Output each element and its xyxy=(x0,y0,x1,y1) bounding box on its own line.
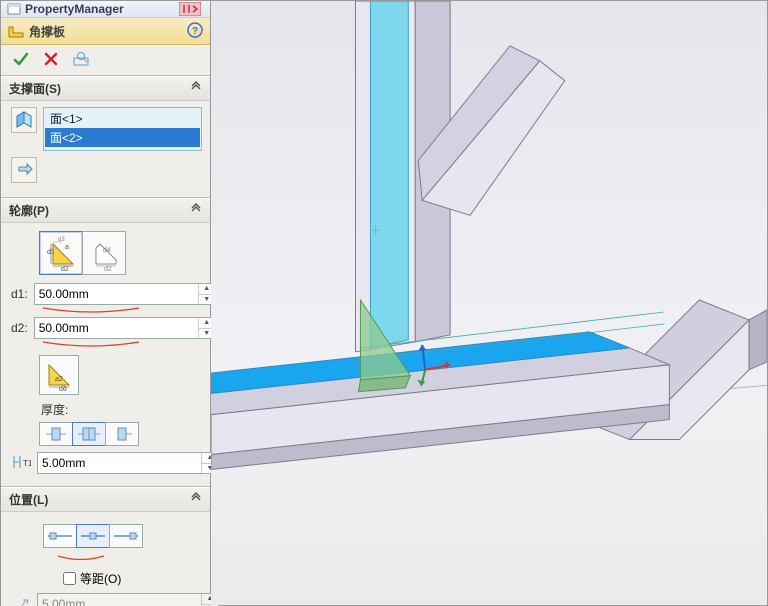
thickness-icon: T1 xyxy=(11,453,31,474)
offset-input: ▲▼ xyxy=(37,593,219,606)
section-support: 支撑面(S) 面<1> 面<2> xyxy=(1,76,210,198)
svg-text:a: a xyxy=(65,244,69,251)
thickness-field[interactable] xyxy=(38,453,201,473)
ok-button[interactable] xyxy=(7,47,35,71)
svg-text:d4: d4 xyxy=(103,247,111,254)
section-location-head[interactable]: 位置(L) xyxy=(1,488,210,512)
ratio-button[interactable]: a2 d6 xyxy=(39,355,79,395)
property-tab-icon xyxy=(7,2,21,16)
pin-icon[interactable] xyxy=(176,1,204,17)
loc-end-button[interactable] xyxy=(109,524,143,548)
cancel-button[interactable] xyxy=(37,47,65,71)
d1-field[interactable] xyxy=(35,284,198,304)
offset-icon xyxy=(11,595,31,606)
feature-bar: 角撑板 ? xyxy=(1,18,210,45)
svg-text:d2: d2 xyxy=(104,266,112,272)
offset-checkbox[interactable] xyxy=(63,572,76,585)
thickness-label: 厚度: xyxy=(41,401,202,418)
annotation-underline xyxy=(57,550,202,564)
collapse-icon xyxy=(190,203,202,218)
collapse-icon xyxy=(190,81,202,96)
section-location-label: 位置(L) xyxy=(9,491,190,508)
loc-start-button[interactable] xyxy=(43,524,77,548)
d1-label: d1: xyxy=(11,287,28,301)
graphics-viewport[interactable] xyxy=(211,1,767,605)
feature-name: 角撑板 xyxy=(29,23,186,40)
thickness-input[interactable]: ▲▼ xyxy=(37,452,219,474)
svg-text:?: ? xyxy=(192,26,198,37)
d1-input[interactable]: ▲▼ xyxy=(34,283,216,305)
flip-icon[interactable] xyxy=(11,157,37,183)
annotation-underline xyxy=(41,307,202,313)
svg-text:d2: d2 xyxy=(61,266,69,272)
model-horizontal-tube xyxy=(211,332,669,470)
section-support-label: 支撑面(S) xyxy=(9,80,190,97)
profile-triangle-button[interactable]: d1 d2 a d3 xyxy=(39,231,83,275)
annotation-underline xyxy=(41,341,202,347)
outside-button[interactable] xyxy=(105,422,139,446)
face-select-icon[interactable] xyxy=(11,107,37,133)
loc-mid-button[interactable] xyxy=(76,524,110,548)
section-support-head[interactable]: 支撑面(S) xyxy=(1,77,210,101)
list-item[interactable]: 面<2> xyxy=(45,128,200,147)
detailed-preview-button[interactable] xyxy=(67,47,95,71)
gusset-icon xyxy=(7,23,25,39)
offset-field xyxy=(38,594,201,606)
help-icon[interactable]: ? xyxy=(186,22,204,40)
profile-chamfer-triangle-button[interactable]: d4 d2 xyxy=(82,231,126,275)
list-item[interactable]: 面<1> xyxy=(45,109,200,128)
svg-text:T1: T1 xyxy=(23,459,31,468)
panel-titlebar: PropertyManager xyxy=(1,1,210,18)
d2-input[interactable]: ▲▼ xyxy=(34,317,216,339)
inside-button[interactable] xyxy=(72,422,106,446)
collapse-icon xyxy=(190,492,202,507)
svg-text:a2: a2 xyxy=(55,376,63,383)
section-location: 位置(L) xyxy=(1,487,210,606)
support-faces-list[interactable]: 面<1> 面<2> xyxy=(43,107,202,151)
d2-label: d2: xyxy=(11,321,28,335)
both-side-button[interactable] xyxy=(39,422,73,446)
panel-title: PropertyManager xyxy=(25,2,176,16)
offset-label: 等距(O) xyxy=(80,570,121,587)
section-profile-head[interactable]: 轮廓(P) xyxy=(1,199,210,223)
section-profile-label: 轮廓(P) xyxy=(9,202,190,219)
section-profile: 轮廓(P) d1 d2 a d3 xyxy=(1,198,210,487)
d2-field[interactable] xyxy=(35,318,198,338)
confirm-bar xyxy=(1,45,210,76)
